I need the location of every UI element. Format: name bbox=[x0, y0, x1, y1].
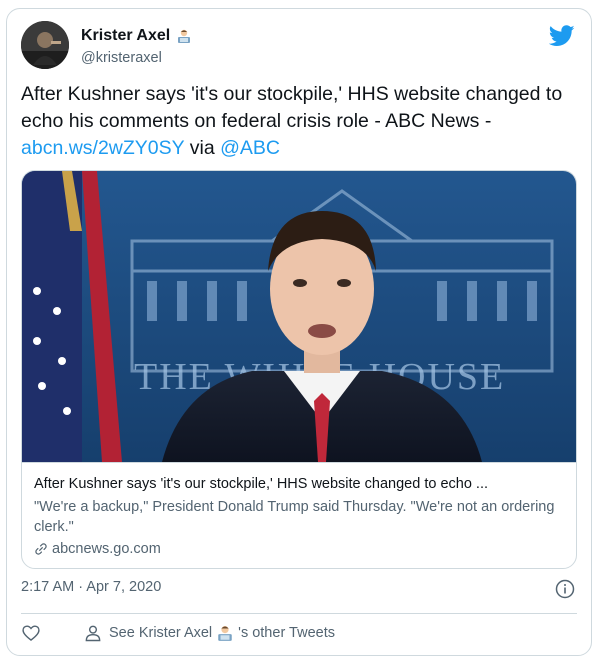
technologist-emoji-icon bbox=[178, 29, 191, 43]
tweet-timestamp[interactable]: 2:17 AM · Apr 7, 2020 bbox=[21, 579, 161, 595]
user-handle[interactable]: @kristeraxel bbox=[81, 50, 162, 66]
display-name[interactable]: Krister Axel bbox=[81, 27, 192, 45]
see-tweets-suffix: 's other Tweets bbox=[238, 625, 335, 641]
technologist-emoji-icon bbox=[218, 626, 232, 641]
preview-title[interactable]: After Kushner says 'it's our stockpile,'… bbox=[34, 474, 566, 494]
info-icon[interactable] bbox=[555, 579, 575, 599]
divider bbox=[21, 613, 577, 614]
preview-domain: abcnews.go.com bbox=[34, 539, 566, 559]
twitter-bird-icon[interactable] bbox=[549, 25, 575, 47]
tweet-link[interactable]: abcn.ws/2wZY0SY bbox=[21, 137, 184, 159]
avatar-image bbox=[21, 21, 69, 69]
link-icon bbox=[35, 543, 47, 555]
like-heart-icon[interactable] bbox=[21, 623, 41, 643]
tweet-body: After Kushner says 'it's our stockpile,'… bbox=[21, 83, 563, 132]
see-other-tweets-link[interactable]: See Krister Axel 's other Tweets bbox=[109, 624, 335, 642]
preview-domain-text: abcnews.go.com bbox=[52, 541, 161, 557]
preview-meta: After Kushner says 'it's our stockpile,'… bbox=[22, 462, 576, 568]
tweet-actions: See Krister Axel 's other Tweets bbox=[21, 623, 335, 643]
preview-image[interactable]: THE WHITE HOUSE bbox=[22, 171, 577, 462]
tweet-text: After Kushner says 'it's our stockpile,'… bbox=[21, 81, 577, 162]
preview-description: "We're a backup," President Donald Trump… bbox=[34, 499, 555, 535]
avatar[interactable] bbox=[21, 21, 69, 69]
person-icon bbox=[85, 625, 101, 642]
tweet-card: Krister Axel @kristeraxel After Kushner … bbox=[6, 8, 592, 656]
tweet-via: via bbox=[184, 137, 221, 159]
link-preview-card[interactable]: THE WHITE HOUSE After Kushner says 'it's… bbox=[21, 170, 577, 569]
mention-link[interactable]: @ABC bbox=[220, 137, 280, 159]
see-tweets-prefix: See Krister Axel bbox=[109, 625, 213, 641]
